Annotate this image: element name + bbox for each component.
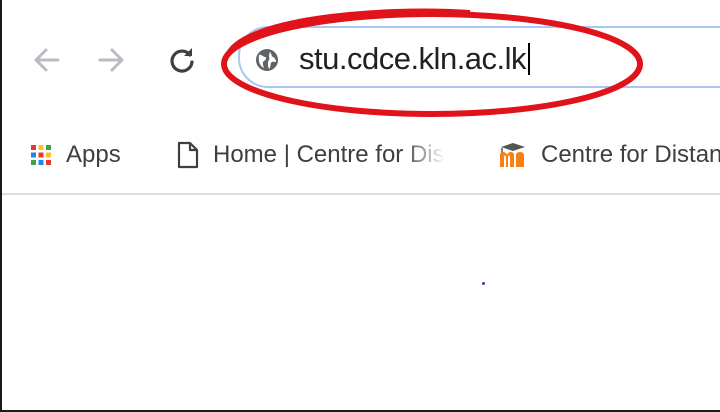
bookmark-home-centre[interactable]: Home | Centre for Dis xyxy=(177,137,445,173)
bookmarks-bar: Apps Home | Centre for Dis Centre for Di… xyxy=(2,117,720,195)
bookmark-label: Apps xyxy=(66,141,121,168)
page-content xyxy=(2,195,720,410)
loading-dot xyxy=(482,282,485,285)
bookmark-centre-distance[interactable]: Centre for Distan xyxy=(497,137,720,173)
bookmark-apps[interactable]: Apps xyxy=(30,137,121,173)
url-text: stu.cdce.kln.ac.lk xyxy=(299,41,527,76)
forward-button[interactable] xyxy=(92,38,132,82)
globe-icon[interactable] xyxy=(255,48,279,72)
page-icon xyxy=(177,141,199,169)
browser-window: stu.cdce.kln.ac.lk Apps Home | Centre fo… xyxy=(0,0,720,412)
bookmark-label: Home | Centre for Dis xyxy=(213,141,445,168)
back-button[interactable] xyxy=(26,38,66,82)
url-input[interactable]: stu.cdce.kln.ac.lk xyxy=(299,41,531,77)
apps-grid-icon xyxy=(30,144,52,166)
browser-toolbar: stu.cdce.kln.ac.lk xyxy=(2,0,720,117)
arrow-right-icon xyxy=(98,48,124,72)
reload-button[interactable] xyxy=(162,38,202,82)
arrow-left-icon xyxy=(34,48,60,72)
bookmark-label: Centre for Distan xyxy=(541,141,720,168)
reload-icon xyxy=(170,48,194,73)
text-caret xyxy=(528,43,531,75)
moodle-icon xyxy=(497,141,527,169)
